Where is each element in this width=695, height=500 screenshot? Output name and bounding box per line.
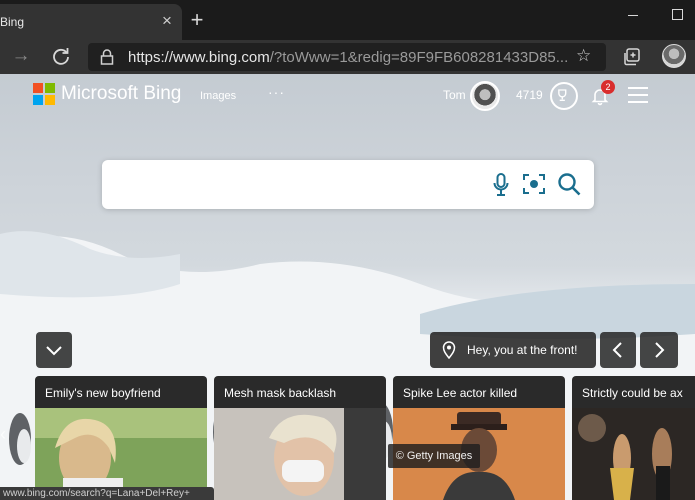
news-card-title: Mesh mask backlash [224,386,337,400]
chevron-left-icon [612,342,622,358]
previous-image-button[interactable] [600,332,636,368]
link-status-bar: www.bing.com/search?q=Lana+Del+Rey+ [0,487,214,500]
new-tab-icon[interactable]: + [188,9,206,31]
address-bar[interactable]: https://www.bing.com/?toWww=1&redig=89F9… [88,43,606,71]
favorite-star-icon[interactable]: ☆ [576,46,591,66]
lock-icon[interactable] [100,49,114,65]
search-box[interactable] [102,160,594,209]
scroll-left-icon[interactable]: ‹ [0,424,6,445]
search-icon[interactable] [556,171,582,197]
nav-images-link[interactable]: Images [200,90,236,102]
logo-square-green [45,83,55,93]
browser-tab[interactable]: Bing × [0,4,182,40]
news-card-title: Strictly could be ax [582,386,683,400]
next-image-button[interactable] [640,332,678,368]
browser-titlebar: Bing × + [0,0,695,40]
user-avatar[interactable] [470,81,500,111]
logo-square-red [33,83,43,93]
microsoft-logo-icon[interactable] [33,83,55,105]
news-card[interactable]: Emily's new boyfriend [35,376,207,500]
url-domain: https://www.bing.com [128,49,270,66]
brand-name[interactable]: Microsoft Bing [61,83,181,105]
news-card[interactable]: Strictly could be ax [572,376,695,500]
tab-title: Bing [0,15,25,29]
logo-square-yellow [45,95,55,105]
rewards-trophy-icon[interactable] [550,82,578,110]
expand-feed-button[interactable] [36,332,72,368]
rewards-points[interactable]: 4719 [516,88,543,102]
notification-count-badge: 2 [601,80,615,94]
nav-more-icon[interactable]: ··· [268,84,285,100]
news-card-title: Spike Lee actor killed [403,386,518,400]
chevron-right-icon [655,342,665,358]
image-info-button[interactable]: Hey, you at the front! [430,332,596,368]
refresh-icon[interactable] [50,44,72,68]
url-text[interactable]: https://www.bing.com/?toWww=1&redig=89F9… [128,49,568,66]
chevron-down-icon [46,346,62,356]
browser-profile-avatar[interactable] [662,44,686,68]
location-pin-icon [442,341,456,359]
news-card-image [214,408,386,500]
logo-square-blue [33,95,43,105]
bing-homepage: Microsoft Bing Images ··· Tom 4719 2 Hey… [0,74,695,500]
maximize-window-icon[interactable] [672,9,683,20]
browser-toolbar: → https://www.bing.com/?toWww=1&redig=89… [0,40,695,74]
news-card-title: Emily's new boyfriend [45,386,161,400]
news-card[interactable]: Mesh mask backlash [214,376,386,500]
forward-icon[interactable]: → [10,44,32,68]
microphone-icon[interactable] [492,172,510,198]
collections-icon[interactable] [622,47,642,67]
image-info-text: Hey, you at the front! [467,343,578,357]
minimize-window-icon[interactable] [628,15,638,16]
search-input[interactable] [116,172,486,196]
news-card-image [572,408,695,500]
visual-search-icon[interactable] [522,172,546,196]
user-name[interactable]: Tom [443,88,466,102]
news-card[interactable]: Spike Lee actor killed [393,376,565,500]
url-query: /?toWww=1&redig=89F9FB608281433D85... [269,49,568,66]
close-tab-icon[interactable]: × [158,12,176,30]
image-credit: © Getty Images [388,444,480,468]
hamburger-menu-icon[interactable] [628,87,648,103]
